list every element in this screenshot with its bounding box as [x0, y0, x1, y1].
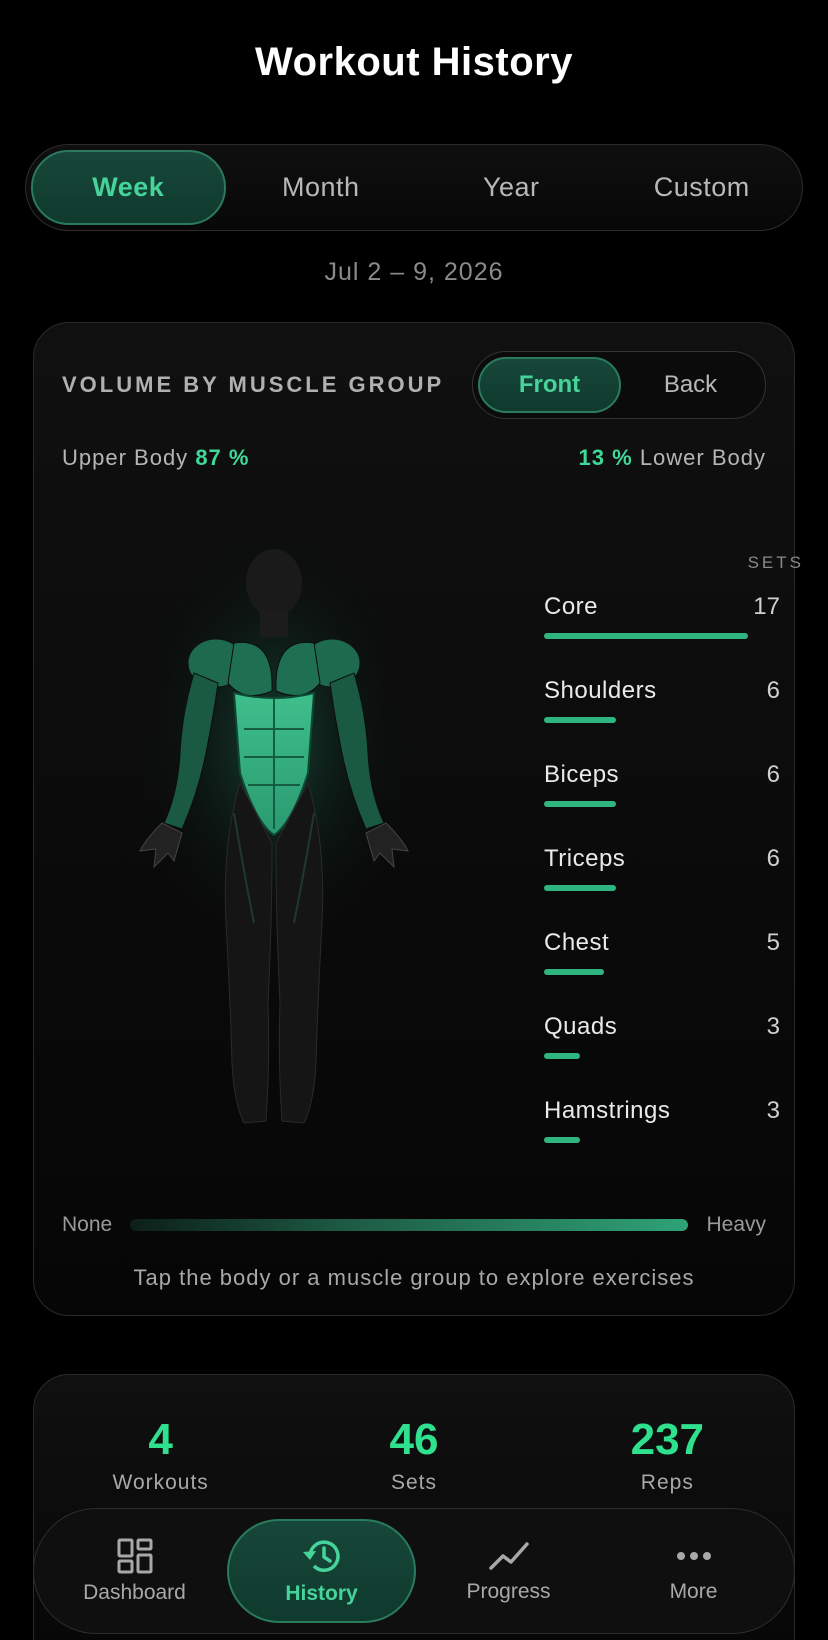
tab-year[interactable]: Year	[416, 150, 607, 225]
muscle-group-bar	[544, 1053, 580, 1059]
upper-body-label: Upper Body	[62, 445, 189, 470]
muscle-group-row-shoulders[interactable]: Shoulders 6	[544, 677, 780, 761]
muscle-group-sets: 6	[766, 845, 780, 872]
head	[246, 549, 302, 617]
upper-body-stat: Upper Body 87 %	[62, 445, 249, 471]
tab-label: Dashboard	[83, 1581, 186, 1604]
bottom-tab-bar: Dashboard History Progress More	[33, 1508, 795, 1634]
tab-custom[interactable]: Custom	[607, 150, 798, 225]
muscle-group-row-chest[interactable]: Chest 5	[544, 929, 780, 1013]
muscle-group-name: Biceps	[544, 761, 620, 788]
muscle-group-sets: 17	[753, 593, 780, 620]
muscle-group-row-biceps[interactable]: Biceps 6	[544, 761, 780, 845]
lower-body-stat: 13 % Lower Body	[579, 445, 766, 471]
more-icon	[676, 1552, 711, 1560]
back-view-button[interactable]: Back	[621, 357, 760, 413]
reps-value: 237	[630, 1415, 705, 1464]
body-split: Upper Body 87 % 13 % Lower Body	[62, 445, 766, 471]
intensity-legend: None Heavy	[62, 1213, 766, 1237]
muscle-group-name: Quads	[544, 1013, 618, 1040]
muscle-group-name: Hamstrings	[544, 1097, 671, 1124]
tab-label: More	[669, 1580, 718, 1603]
tab-label: Progress	[466, 1580, 551, 1603]
muscle-group-list: Core 17 Shoulders 6 Biceps 6 Triceps 6 C…	[544, 593, 780, 1181]
muscle-group-name: Triceps	[544, 845, 626, 872]
muscle-group-row-core[interactable]: Core 17	[544, 593, 780, 677]
legend-gradient	[130, 1219, 689, 1231]
page-title: Workout History	[255, 40, 573, 84]
muscle-group-name: Core	[544, 593, 599, 620]
muscle-group-bar	[544, 717, 616, 723]
card-title: VOLUME BY MUSCLE GROUP	[62, 372, 445, 397]
muscle-group-row-quads[interactable]: Quads 3	[544, 1013, 780, 1097]
legend-max-label: Heavy	[706, 1213, 766, 1236]
upper-body-percent: 87 %	[195, 445, 250, 470]
muscle-group-bar	[544, 801, 616, 807]
muscle-group-bar	[544, 885, 616, 891]
front-view-button[interactable]: Front	[478, 357, 621, 413]
muscle-group-bar	[544, 969, 604, 975]
lower-body-percent: 13 %	[578, 445, 633, 470]
workouts-value: 4	[148, 1415, 173, 1464]
muscle-group-sets: 6	[766, 761, 780, 788]
muscle-volume-card: VOLUME BY MUSCLE GROUP Front Back Upper …	[33, 322, 801, 1316]
workouts-stat: 4 Workouts	[34, 1415, 287, 1495]
muscle-group-name: Chest	[544, 929, 610, 956]
muscle-group-sets: 6	[766, 677, 780, 704]
workouts-label: Workouts	[112, 1471, 209, 1494]
tab-progress[interactable]: Progress	[416, 1519, 601, 1623]
muscle-group-row-triceps[interactable]: Triceps 6	[544, 845, 780, 929]
muscle-group-bar	[544, 633, 748, 639]
right-leg-muscle[interactable]	[275, 781, 324, 1124]
neck	[260, 611, 288, 637]
reps-stat: 237 Reps	[541, 1415, 794, 1495]
left-leg-muscle[interactable]	[224, 781, 273, 1124]
history-icon	[302, 1540, 340, 1572]
tab-dashboard[interactable]: Dashboard	[42, 1519, 227, 1623]
tab-week[interactable]: Week	[31, 150, 226, 225]
progress-icon	[488, 1542, 529, 1570]
sets-label: Sets	[390, 1471, 437, 1494]
dashboard-icon	[117, 1538, 152, 1574]
tab-history[interactable]: History	[227, 1519, 416, 1623]
tab-label: History	[285, 1582, 358, 1605]
tab-month[interactable]: Month	[226, 150, 417, 225]
body-muscle-map[interactable]	[94, 543, 454, 1143]
legend-min-label: None	[62, 1213, 113, 1236]
reps-label: Reps	[640, 1471, 694, 1494]
muscle-group-sets: 3	[766, 1013, 780, 1040]
lower-body-label: Lower Body	[639, 445, 766, 470]
muscle-group-sets: 3	[766, 1097, 780, 1124]
muscle-group-sets: 5	[766, 929, 780, 956]
muscle-group-bar	[544, 1137, 580, 1143]
sets-column-header: SETS	[747, 553, 804, 572]
explore-hint: Tap the body or a muscle group to explor…	[133, 1265, 695, 1290]
tab-more[interactable]: More	[601, 1519, 786, 1623]
muscle-group-row-hamstrings[interactable]: Hamstrings 3	[544, 1097, 780, 1181]
body-view-toggle: Front Back	[472, 351, 766, 419]
date-range-label: Jul 2 – 9, 2026	[324, 258, 504, 286]
muscle-group-name: Shoulders	[544, 677, 657, 704]
range-segmented-control: Week Month Year Custom	[25, 144, 803, 231]
sets-stat: 46 Sets	[287, 1415, 540, 1495]
sets-value: 46	[389, 1415, 439, 1464]
